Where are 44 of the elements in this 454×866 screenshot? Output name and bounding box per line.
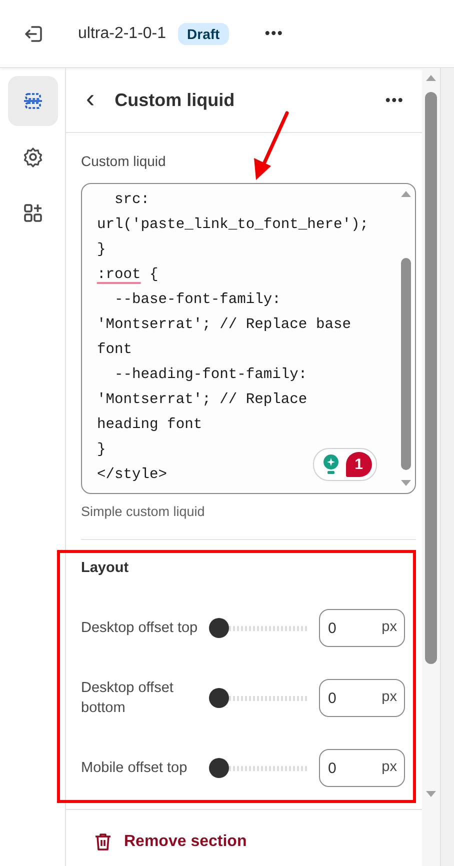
field-label: Custom liquid (81, 153, 167, 169)
code-line: heading font (97, 416, 202, 435)
code-line: 'Montserrat'; // Replace base (97, 316, 351, 335)
panel-title: Custom liquid (114, 90, 236, 110)
code-line: font (97, 341, 132, 360)
remove-section-button[interactable]: Remove section (94, 828, 247, 856)
theme-name: ultra-2-1-0-1 (78, 24, 166, 42)
scroll-down-icon[interactable] (400, 479, 412, 487)
setting-label: Desktop offset top (81, 619, 199, 638)
trash-icon (94, 832, 112, 852)
setting-label: Mobile offset top (81, 759, 188, 778)
sidebar-tab[interactable] (8, 76, 58, 126)
assistant-widget[interactable]: 1 (312, 448, 377, 481)
code-line: </style> (97, 466, 168, 485)
code-editor[interactable]: src: url('paste_link_to_font_here'); } :root { --base-font-family: 'Montserrat'; // Replace base font --heading-font-family: 'Montserrat'; // Replace heading font } </style> 1 (81, 183, 416, 494)
scroll-up-icon[interactable] (400, 190, 412, 198)
unit-label: px (382, 689, 397, 705)
help-text: Simple custom liquid (81, 504, 416, 540)
code-line: --heading-font-family: (114, 366, 308, 385)
lightbulb-icon (322, 454, 340, 476)
sections-icon (22, 90, 44, 112)
code-line: src: (114, 191, 150, 210)
slider-thumb[interactable] (209, 688, 229, 708)
code-line: } (97, 241, 106, 260)
code-line: :root { (97, 266, 158, 285)
status-badge: Draft (178, 22, 229, 44)
slider-thumb[interactable] (209, 618, 229, 638)
code-line: 'Montserrat'; // Replace (97, 391, 308, 410)
scrollbar-thumb[interactable] (425, 92, 437, 664)
settings-icon (22, 146, 44, 168)
code-line: url('paste_link_to_font_here'); (97, 216, 368, 235)
more-actions-button[interactable]: ••• (381, 90, 408, 110)
back-button[interactable]: ‹ (82, 82, 99, 118)
unit-label: px (382, 619, 397, 635)
issue-count: 1 (346, 452, 372, 477)
slider-thumb[interactable] (209, 758, 229, 778)
scrollbar-thumb[interactable] (401, 258, 411, 470)
apps-icon (22, 202, 44, 224)
section-heading: Layout (81, 560, 130, 576)
setting-label: Desktop offset bottom (81, 679, 174, 718)
more-actions-button[interactable]: ••• (260, 23, 288, 44)
code-line: } (97, 441, 106, 460)
unit-label: px (382, 759, 397, 775)
code-line: --base-font-family: (114, 291, 281, 310)
